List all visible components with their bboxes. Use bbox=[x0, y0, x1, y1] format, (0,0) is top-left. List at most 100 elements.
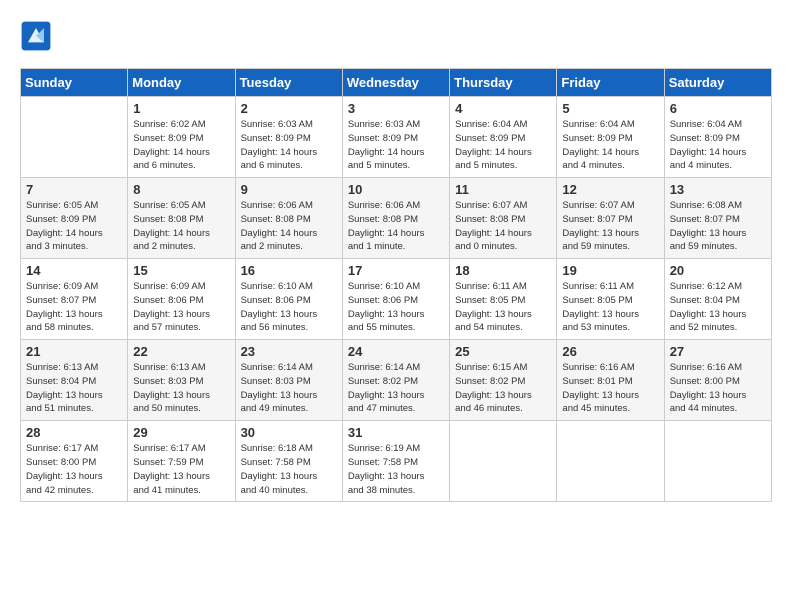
calendar-cell: 9 Sunrise: 6:06 AM Sunset: 8:08 PM Daylig… bbox=[235, 178, 342, 259]
calendar-cell: 17 Sunrise: 6:10 AM Sunset: 8:06 PM Dayli… bbox=[342, 259, 449, 340]
calendar-cell bbox=[450, 421, 557, 502]
calendar-cell: 4 Sunrise: 6:04 AM Sunset: 8:09 PM Daylig… bbox=[450, 97, 557, 178]
calendar-cell: 2Sunrise: 6:03 AM Sunset: 8:09 PM Daylig… bbox=[235, 97, 342, 178]
day-info: Sunrise: 6:19 AM Sunset: 7:58 PM Dayligh… bbox=[348, 442, 444, 497]
day-info: Sunrise: 6:09 AM Sunset: 8:06 PM Dayligh… bbox=[133, 280, 229, 335]
day-number: 18 bbox=[455, 263, 551, 278]
calendar-header-row: SundayMondayTuesdayWednesdayThursdayFrid… bbox=[21, 69, 772, 97]
calendar-cell: 26 Sunrise: 6:16 AM Sunset: 8:01 PM Dayli… bbox=[557, 340, 664, 421]
day-number: 5 bbox=[562, 101, 658, 116]
day-info: Sunrise: 6:17 AM Sunset: 8:00 PM Dayligh… bbox=[26, 442, 122, 497]
day-info: Sunrise: 6:10 AM Sunset: 8:06 PM Dayligh… bbox=[348, 280, 444, 335]
day-number: 13 bbox=[670, 182, 766, 197]
calendar-cell: 1 Sunrise: 6:02 AM Sunset: 8:09 PM Daylig… bbox=[128, 97, 235, 178]
calendar-header-friday: Friday bbox=[557, 69, 664, 97]
day-info: Sunrise: 6:11 AM Sunset: 8:05 PM Dayligh… bbox=[455, 280, 551, 335]
calendar-header-thursday: Thursday bbox=[450, 69, 557, 97]
calendar-week-row: 14Sunrise: 6:09 AM Sunset: 8:07 PM Dayli… bbox=[21, 259, 772, 340]
day-number: 28 bbox=[26, 425, 122, 440]
calendar-cell: 22 Sunrise: 6:13 AM Sunset: 8:03 PM Dayli… bbox=[128, 340, 235, 421]
day-info: Sunrise: 6:05 AM Sunset: 8:08 PM Dayligh… bbox=[133, 199, 229, 254]
day-info: Sunrise: 6:13 AM Sunset: 8:03 PM Dayligh… bbox=[133, 361, 229, 416]
calendar-cell bbox=[664, 421, 771, 502]
day-number: 30 bbox=[241, 425, 337, 440]
calendar-cell: 16Sunrise: 6:10 AM Sunset: 8:06 PM Dayli… bbox=[235, 259, 342, 340]
day-number: 16 bbox=[241, 263, 337, 278]
day-info: Sunrise: 6:13 AM Sunset: 8:04 PM Dayligh… bbox=[26, 361, 122, 416]
day-info: Sunrise: 6:04 AM Sunset: 8:09 PM Dayligh… bbox=[562, 118, 658, 173]
calendar-cell: 18 Sunrise: 6:11 AM Sunset: 8:05 PM Dayli… bbox=[450, 259, 557, 340]
logo-icon bbox=[20, 20, 52, 52]
day-info: Sunrise: 6:14 AM Sunset: 8:02 PM Dayligh… bbox=[348, 361, 444, 416]
calendar-cell: 7 Sunrise: 6:05 AM Sunset: 8:09 PM Daylig… bbox=[21, 178, 128, 259]
day-number: 10 bbox=[348, 182, 444, 197]
day-info: Sunrise: 6:08 AM Sunset: 8:07 PM Dayligh… bbox=[670, 199, 766, 254]
calendar-cell: 31 Sunrise: 6:19 AM Sunset: 7:58 PM Dayli… bbox=[342, 421, 449, 502]
day-number: 26 bbox=[562, 344, 658, 359]
calendar-table: SundayMondayTuesdayWednesdayThursdayFrid… bbox=[20, 68, 772, 502]
calendar-cell: 25 Sunrise: 6:15 AM Sunset: 8:02 PM Dayli… bbox=[450, 340, 557, 421]
day-info: Sunrise: 6:05 AM Sunset: 8:09 PM Dayligh… bbox=[26, 199, 122, 254]
logo bbox=[20, 20, 56, 52]
day-number: 7 bbox=[26, 182, 122, 197]
day-info: Sunrise: 6:18 AM Sunset: 7:58 PM Dayligh… bbox=[241, 442, 337, 497]
day-info: Sunrise: 6:07 AM Sunset: 8:07 PM Dayligh… bbox=[562, 199, 658, 254]
calendar-week-row: 1 Sunrise: 6:02 AM Sunset: 8:09 PM Daylig… bbox=[21, 97, 772, 178]
calendar-cell bbox=[557, 421, 664, 502]
calendar-cell: 5 Sunrise: 6:04 AM Sunset: 8:09 PM Daylig… bbox=[557, 97, 664, 178]
calendar-cell: 13 Sunrise: 6:08 AM Sunset: 8:07 PM Dayli… bbox=[664, 178, 771, 259]
calendar-cell: 11Sunrise: 6:07 AM Sunset: 8:08 PM Dayli… bbox=[450, 178, 557, 259]
day-number: 25 bbox=[455, 344, 551, 359]
calendar-week-row: 7 Sunrise: 6:05 AM Sunset: 8:09 PM Daylig… bbox=[21, 178, 772, 259]
calendar-cell: 19Sunrise: 6:11 AM Sunset: 8:05 PM Dayli… bbox=[557, 259, 664, 340]
calendar-cell bbox=[21, 97, 128, 178]
calendar-cell: 21 Sunrise: 6:13 AM Sunset: 8:04 PM Dayli… bbox=[21, 340, 128, 421]
day-info: Sunrise: 6:15 AM Sunset: 8:02 PM Dayligh… bbox=[455, 361, 551, 416]
calendar-week-row: 21 Sunrise: 6:13 AM Sunset: 8:04 PM Dayli… bbox=[21, 340, 772, 421]
day-number: 14 bbox=[26, 263, 122, 278]
calendar-cell: 29 Sunrise: 6:17 AM Sunset: 7:59 PM Dayli… bbox=[128, 421, 235, 502]
day-info: Sunrise: 6:03 AM Sunset: 8:09 PM Dayligh… bbox=[348, 118, 444, 173]
day-number: 31 bbox=[348, 425, 444, 440]
page-header bbox=[20, 20, 772, 52]
day-number: 12 bbox=[562, 182, 658, 197]
calendar-header-wednesday: Wednesday bbox=[342, 69, 449, 97]
calendar-cell: 3 Sunrise: 6:03 AM Sunset: 8:09 PM Daylig… bbox=[342, 97, 449, 178]
calendar-cell: 6 Sunrise: 6:04 AM Sunset: 8:09 PM Daylig… bbox=[664, 97, 771, 178]
day-info: Sunrise: 6:02 AM Sunset: 8:09 PM Dayligh… bbox=[133, 118, 229, 173]
calendar-cell: 15Sunrise: 6:09 AM Sunset: 8:06 PM Dayli… bbox=[128, 259, 235, 340]
day-number: 11 bbox=[455, 182, 551, 197]
day-number: 27 bbox=[670, 344, 766, 359]
day-number: 1 bbox=[133, 101, 229, 116]
day-info: Sunrise: 6:06 AM Sunset: 8:08 PM Dayligh… bbox=[241, 199, 337, 254]
day-number: 8 bbox=[133, 182, 229, 197]
calendar-header-sunday: Sunday bbox=[21, 69, 128, 97]
day-info: Sunrise: 6:04 AM Sunset: 8:09 PM Dayligh… bbox=[670, 118, 766, 173]
day-number: 21 bbox=[26, 344, 122, 359]
day-number: 3 bbox=[348, 101, 444, 116]
day-number: 17 bbox=[348, 263, 444, 278]
day-info: Sunrise: 6:17 AM Sunset: 7:59 PM Dayligh… bbox=[133, 442, 229, 497]
day-info: Sunrise: 6:03 AM Sunset: 8:09 PM Dayligh… bbox=[241, 118, 337, 173]
calendar-cell: 14Sunrise: 6:09 AM Sunset: 8:07 PM Dayli… bbox=[21, 259, 128, 340]
day-number: 19 bbox=[562, 263, 658, 278]
calendar-cell: 23Sunrise: 6:14 AM Sunset: 8:03 PM Dayli… bbox=[235, 340, 342, 421]
day-number: 20 bbox=[670, 263, 766, 278]
day-number: 29 bbox=[133, 425, 229, 440]
day-info: Sunrise: 6:06 AM Sunset: 8:08 PM Dayligh… bbox=[348, 199, 444, 254]
calendar-cell: 27 Sunrise: 6:16 AM Sunset: 8:00 PM Dayli… bbox=[664, 340, 771, 421]
day-number: 4 bbox=[455, 101, 551, 116]
calendar-header-monday: Monday bbox=[128, 69, 235, 97]
day-number: 9 bbox=[241, 182, 337, 197]
day-number: 22 bbox=[133, 344, 229, 359]
day-info: Sunrise: 6:04 AM Sunset: 8:09 PM Dayligh… bbox=[455, 118, 551, 173]
calendar-week-row: 28 Sunrise: 6:17 AM Sunset: 8:00 PM Dayli… bbox=[21, 421, 772, 502]
day-info: Sunrise: 6:16 AM Sunset: 8:01 PM Dayligh… bbox=[562, 361, 658, 416]
day-number: 6 bbox=[670, 101, 766, 116]
calendar-cell: 12 Sunrise: 6:07 AM Sunset: 8:07 PM Dayli… bbox=[557, 178, 664, 259]
day-info: Sunrise: 6:14 AM Sunset: 8:03 PM Dayligh… bbox=[241, 361, 337, 416]
calendar-cell: 8 Sunrise: 6:05 AM Sunset: 8:08 PM Daylig… bbox=[128, 178, 235, 259]
day-number: 24 bbox=[348, 344, 444, 359]
calendar-header-saturday: Saturday bbox=[664, 69, 771, 97]
day-info: Sunrise: 6:16 AM Sunset: 8:00 PM Dayligh… bbox=[670, 361, 766, 416]
